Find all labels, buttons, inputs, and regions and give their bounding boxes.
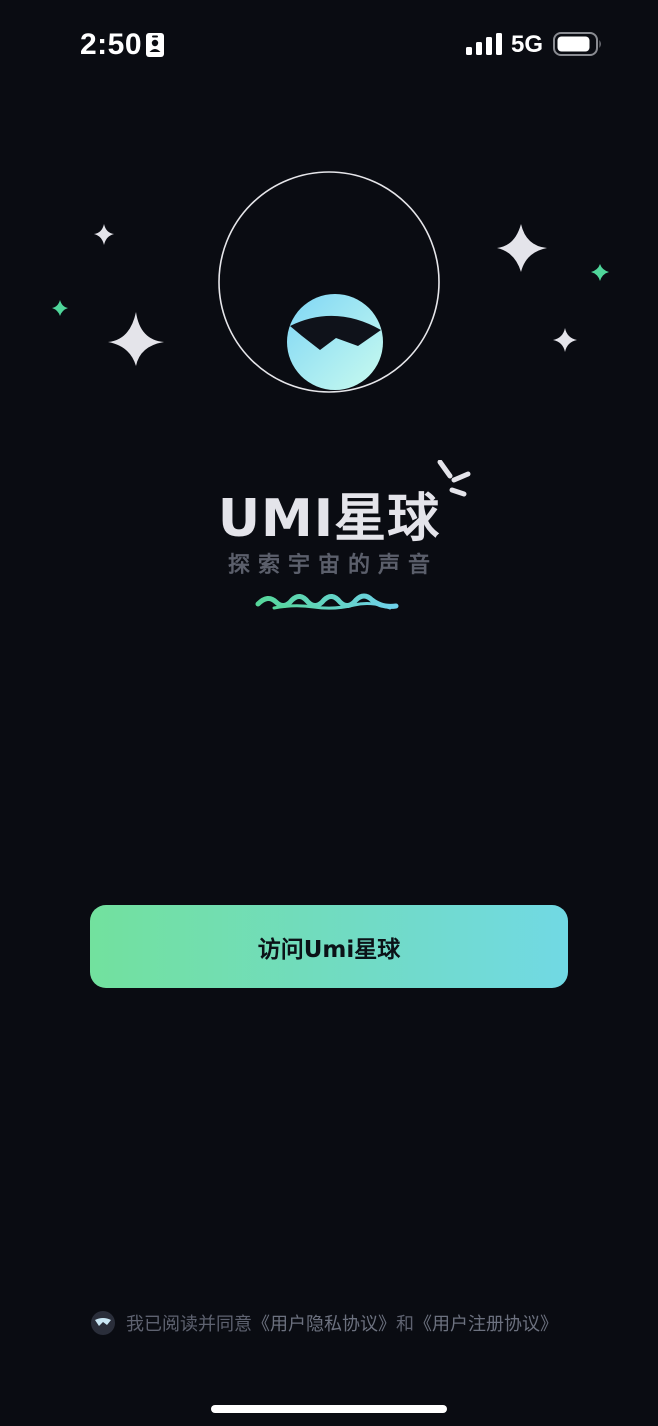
agreement-prefix: 我已阅读并同意 — [126, 1314, 252, 1335]
status-bar: 2:50 5G — [0, 0, 658, 90]
sparkle-icon — [94, 224, 114, 245]
agree-checkbox-icon[interactable] — [90, 1310, 116, 1336]
spark-lines-icon — [437, 460, 471, 497]
sparkle-icon — [108, 312, 164, 366]
agreement-row: 我已阅读并同意 《用户隐私协议》 和 《用户注册协议》 — [90, 1308, 558, 1338]
planet-logo-icon — [287, 294, 383, 390]
register-agreement-link[interactable]: 《用户注册协议》 — [414, 1310, 558, 1336]
sparkle-icon — [52, 300, 68, 316]
agreement-conjunction: 和 — [396, 1314, 414, 1335]
visit-umi-button-label: 访问Umi星球 — [257, 936, 401, 963]
wave-decoration — [255, 593, 399, 610]
signal-icon — [466, 33, 502, 55]
sparkle-icon — [553, 328, 577, 352]
network-type: 5G — [511, 31, 544, 58]
brand-title: UMI星球 — [0, 460, 658, 551]
brand-title-text: UMI星球 — [217, 489, 441, 549]
visit-umi-button[interactable]: 访问Umi星球 — [90, 905, 568, 988]
id-card-icon — [146, 33, 164, 57]
battery-icon — [553, 32, 601, 56]
home-indicator[interactable] — [211, 1405, 447, 1413]
privacy-policy-link[interactable]: 《用户隐私协议》 — [252, 1310, 396, 1336]
sparkle-icon — [497, 224, 547, 272]
tagline: 探索宇宙的声音 — [227, 553, 438, 578]
status-time: 2:50 — [80, 28, 143, 61]
sparkle-icon — [591, 264, 609, 281]
